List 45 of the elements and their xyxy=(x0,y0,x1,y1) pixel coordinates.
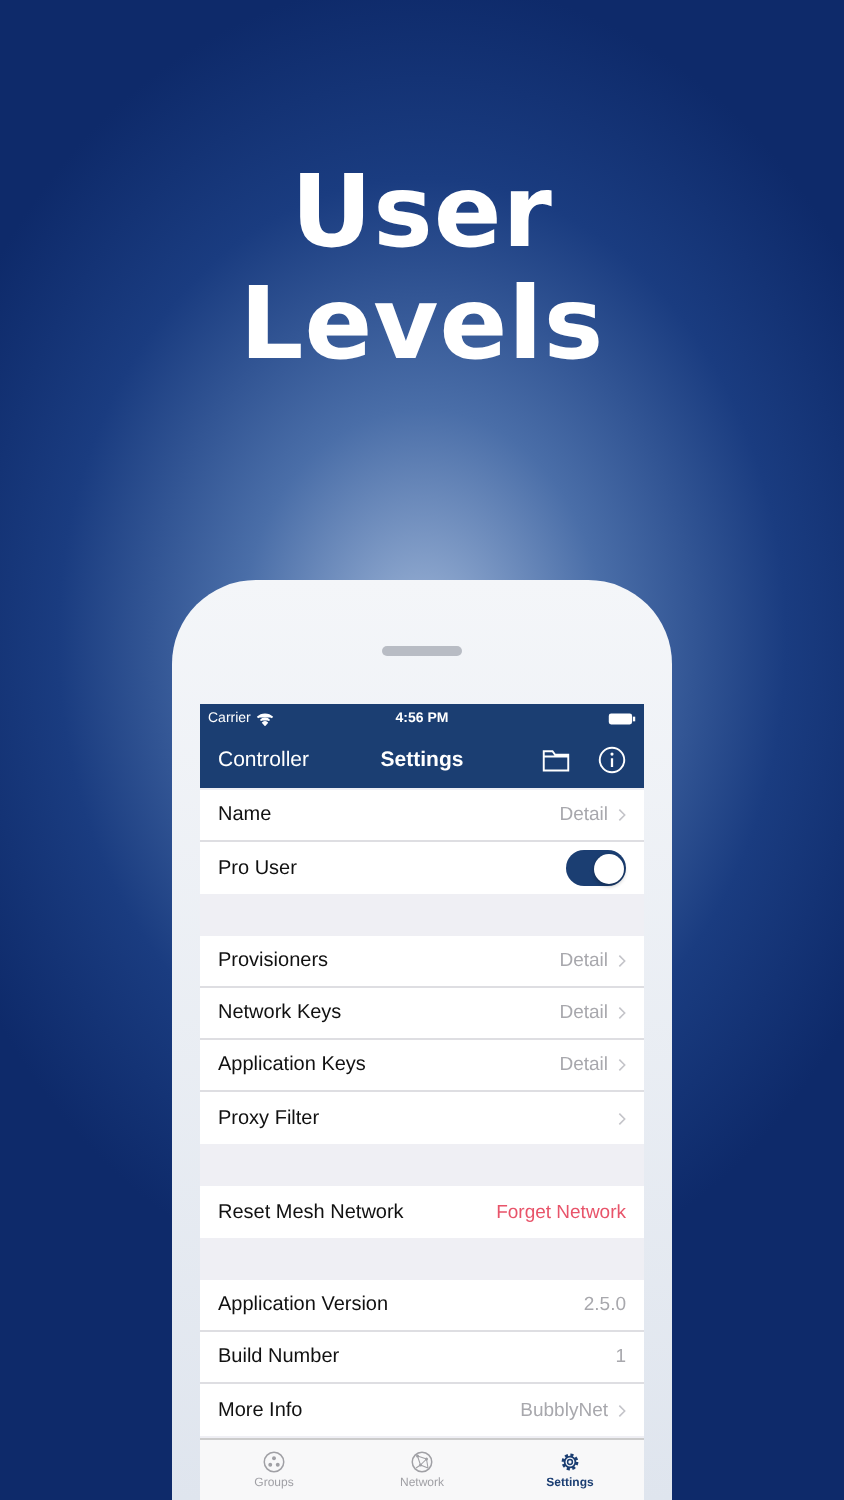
chevron-icon xyxy=(618,808,626,822)
settings-row[interactable]: Provisioners Detail xyxy=(200,936,644,988)
settings-row[interactable]: Reset Mesh Network Forget Network xyxy=(200,1186,644,1238)
nav-title: Settings xyxy=(378,748,466,772)
chevron-icon xyxy=(618,1403,626,1417)
settings-row[interactable]: More Info BubblyNet xyxy=(200,1384,644,1436)
row-label: Network Keys xyxy=(218,1002,342,1024)
row-label: Reset Mesh Network xyxy=(218,1201,404,1223)
row-value: Detail xyxy=(559,804,608,826)
chevron-icon xyxy=(618,1111,626,1125)
settings-row[interactable]: Network Keys Detail xyxy=(200,988,644,1040)
wifi-icon xyxy=(256,711,275,725)
row-label: Pro User xyxy=(218,857,297,879)
row-label: Application Version xyxy=(218,1294,389,1316)
row-value: 1 xyxy=(615,1346,626,1368)
row-value: Detail xyxy=(559,950,608,972)
row-value: BubblyNet xyxy=(520,1399,608,1421)
gear-icon xyxy=(558,1450,582,1474)
toggle-switch[interactable] xyxy=(566,850,626,886)
row-label: Build Number xyxy=(218,1346,340,1368)
controller-link[interactable]: Controller xyxy=(218,748,310,772)
row-value: 2.5.0 xyxy=(583,1294,626,1316)
settings-row[interactable]: Name Detail xyxy=(200,790,644,842)
row-label: Application Keys xyxy=(218,1054,366,1076)
speaker-grille xyxy=(382,646,462,656)
headline: Levels xyxy=(239,268,605,380)
network-globe-icon xyxy=(410,1450,434,1474)
three-dots-circle-icon xyxy=(262,1450,286,1474)
chevron-icon xyxy=(618,1058,626,1072)
headline: User xyxy=(291,156,553,268)
row-label: Provisioners xyxy=(218,950,329,972)
row-label: Proxy Filter xyxy=(218,1107,320,1129)
folder-icon[interactable] xyxy=(542,746,570,774)
row-value: Detail xyxy=(559,1054,608,1076)
row-label: Name xyxy=(218,804,272,826)
battery-icon xyxy=(608,711,636,725)
row-label: More Info xyxy=(218,1399,303,1421)
info-icon[interactable] xyxy=(598,746,626,774)
settings-row[interactable]: Proxy Filter xyxy=(200,1092,644,1144)
row-value: Forget Network xyxy=(496,1201,626,1223)
chevron-icon xyxy=(618,954,626,968)
settings-row[interactable]: Pro User xyxy=(200,842,644,894)
chevron-icon xyxy=(618,1006,626,1020)
settings-row[interactable]: Application Keys Detail xyxy=(200,1040,644,1092)
row-value: Detail xyxy=(559,1002,608,1024)
